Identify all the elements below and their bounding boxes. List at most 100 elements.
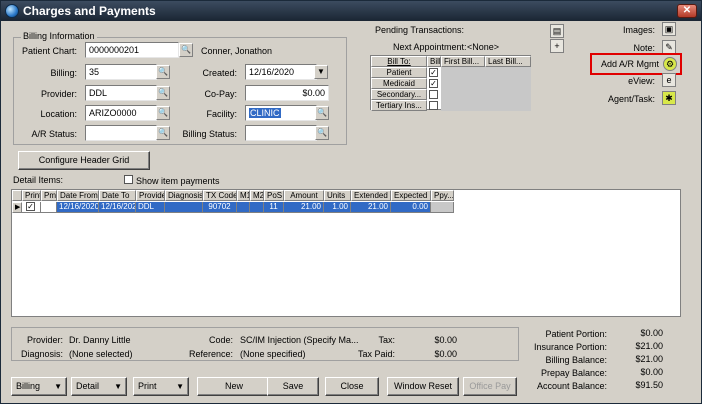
- pending-medicaid-checkbox[interactable]: ✓: [429, 79, 438, 88]
- ar-status-field[interactable]: [85, 125, 157, 141]
- close-window-button[interactable]: ✕: [677, 4, 697, 18]
- location-field[interactable]: ARIZO0000: [85, 105, 157, 121]
- billing-status-field[interactable]: [245, 125, 317, 141]
- detail-menu-arrow-icon: ▼: [114, 382, 122, 391]
- show-item-payments-checkbox[interactable]: [124, 175, 133, 184]
- eview-icon[interactable]: e: [662, 73, 676, 87]
- ar-status-search-icon[interactable]: 🔍: [156, 126, 170, 140]
- footer-tax-label: Tax:: [378, 335, 395, 345]
- row-date-to[interactable]: 12/16/2020: [99, 202, 136, 213]
- billing-balance-label: Billing Balance:: [545, 355, 607, 365]
- row-pmt-cell[interactable]: [41, 202, 57, 213]
- facility-field[interactable]: CLINIC: [245, 105, 317, 121]
- footer-code-value: SC/IM Injection (Specify Ma...: [240, 335, 359, 345]
- created-date-dropdown-icon[interactable]: ▼: [314, 65, 328, 79]
- grid-header-ppy[interactable]: Ppy...: [431, 190, 454, 201]
- grid-header-m2[interactable]: M2: [250, 190, 264, 201]
- pending-row-secondary[interactable]: Secondary...: [371, 89, 427, 100]
- facility-search-icon[interactable]: 🔍: [315, 106, 329, 120]
- pending-row-patient[interactable]: Patient: [371, 67, 427, 78]
- images-icon[interactable]: ▣: [662, 22, 676, 36]
- billing-label: Billing:: [50, 68, 77, 78]
- detail-menu-button[interactable]: Detail ▼: [71, 377, 127, 396]
- row-date-from[interactable]: 12/16/2020: [57, 202, 99, 213]
- row-tx-code[interactable]: 90702: [203, 202, 237, 213]
- row-print-cell[interactable]: ✓: [22, 202, 41, 213]
- note-icon[interactable]: ✎: [662, 40, 676, 54]
- close-button[interactable]: Close: [325, 377, 379, 396]
- grid-header-date-to[interactable]: Date To: [99, 190, 136, 201]
- billing-menu-button[interactable]: Billing ▼: [11, 377, 67, 396]
- pending-transactions-add-icon[interactable]: +: [550, 39, 564, 53]
- billing-menu-arrow-icon: ▼: [54, 382, 62, 391]
- row-m2[interactable]: [250, 202, 264, 213]
- save-button[interactable]: Save: [267, 377, 319, 396]
- title-bar[interactable]: Charges and Payments ✕: [1, 1, 701, 21]
- row-units[interactable]: 1.00: [324, 202, 351, 213]
- billing-search-icon[interactable]: 🔍: [156, 65, 170, 79]
- copay-field[interactable]: $0.00: [245, 85, 329, 101]
- patient-chart-field[interactable]: 0000000201: [85, 42, 179, 58]
- patient-chart-search-icon[interactable]: 🔍: [179, 43, 193, 57]
- grid-header-date-from[interactable]: Date From: [57, 190, 99, 201]
- window-title: Charges and Payments: [23, 4, 156, 18]
- grid-header-amount[interactable]: Amount: [284, 190, 324, 201]
- row-m1[interactable]: [237, 202, 250, 213]
- pending-transactions-title: Pending Transactions:: [375, 25, 465, 35]
- pending-secondary-checkbox[interactable]: [429, 90, 438, 99]
- office-pay-button[interactable]: Office Pay: [463, 377, 517, 396]
- grid-header-pmt[interactable]: Pmt: [41, 190, 57, 201]
- pending-patient-checkbox[interactable]: ✓: [429, 68, 438, 77]
- print-menu-button[interactable]: Print ▼: [133, 377, 189, 396]
- footer-reference-label: Reference:: [188, 349, 233, 359]
- row-expected[interactable]: 0.00: [391, 202, 431, 213]
- grid-header-provider[interactable]: Provider: [136, 190, 165, 201]
- billing-status-search-icon[interactable]: 🔍: [315, 126, 329, 140]
- detail-items-grid[interactable]: Print Pmt Date From Date To Provider Dia…: [11, 189, 681, 317]
- grid-header-expected[interactable]: Expected: [391, 190, 431, 201]
- row-ppy[interactable]: [431, 202, 454, 213]
- add-ar-mgmt-icon[interactable]: ⚙: [663, 57, 677, 71]
- grid-header-diagnosis[interactable]: Diagnosis: [165, 190, 203, 201]
- created-date-field[interactable]: 12/16/2020: [245, 64, 317, 80]
- account-balance-label: Account Balance:: [536, 381, 607, 391]
- row-print-checkbox[interactable]: ✓: [26, 202, 35, 211]
- agent-task-icon[interactable]: ✱: [662, 91, 676, 105]
- pending-transactions-table: Bill To: Bill First Bill... Last Bill...…: [370, 55, 531, 111]
- billing-field[interactable]: 35: [85, 64, 157, 80]
- grid-header-print[interactable]: Print: [22, 190, 41, 201]
- window-reset-button[interactable]: Window Reset: [387, 377, 459, 396]
- row-pos[interactable]: 11: [264, 202, 284, 213]
- configure-header-grid-button[interactable]: Configure Header Grid: [18, 151, 150, 170]
- new-button[interactable]: New: [197, 377, 271, 396]
- bill-to-header: Bill To:: [371, 56, 427, 67]
- row-amount[interactable]: 21.00: [284, 202, 324, 213]
- prepay-balance-label: Prepay Balance:: [540, 368, 607, 378]
- patient-portion-value: $0.00: [640, 328, 663, 338]
- grid-header-units[interactable]: Units: [324, 190, 351, 201]
- ar-status-label: A/R Status:: [31, 129, 77, 139]
- grid-header-extended[interactable]: Extended: [351, 190, 391, 201]
- location-search-icon[interactable]: 🔍: [156, 106, 170, 120]
- pending-row-tertiary[interactable]: Tertiary Ins...: [371, 100, 427, 111]
- grid-corner: [12, 190, 22, 201]
- billing-status-label: Billing Status:: [182, 129, 237, 139]
- grid-header-m1[interactable]: M1: [237, 190, 250, 201]
- provider-search-icon[interactable]: 🔍: [156, 86, 170, 100]
- grid-header-pos[interactable]: PoS: [264, 190, 284, 201]
- row-diagnosis[interactable]: [165, 202, 203, 213]
- first-bill-header: First Bill...: [441, 56, 485, 67]
- row-provider[interactable]: DDL: [136, 202, 165, 213]
- provider-field[interactable]: DDL: [85, 85, 157, 101]
- note-label: Note:: [633, 43, 655, 53]
- copay-label: Co-Pay:: [204, 89, 237, 99]
- pending-row-medicaid[interactable]: Medicaid: [371, 78, 427, 89]
- grid-header-tx-code[interactable]: TX Code: [203, 190, 237, 201]
- eview-label: eView:: [628, 76, 655, 86]
- pending-tertiary-checkbox[interactable]: [429, 101, 438, 110]
- pending-transactions-list-icon[interactable]: ▤: [550, 24, 564, 38]
- next-appointment-value: <None>: [467, 42, 500, 52]
- billing-menu-label: Billing: [16, 381, 41, 391]
- account-balance-value: $91.50: [635, 380, 663, 390]
- row-extended[interactable]: 21.00: [351, 202, 391, 213]
